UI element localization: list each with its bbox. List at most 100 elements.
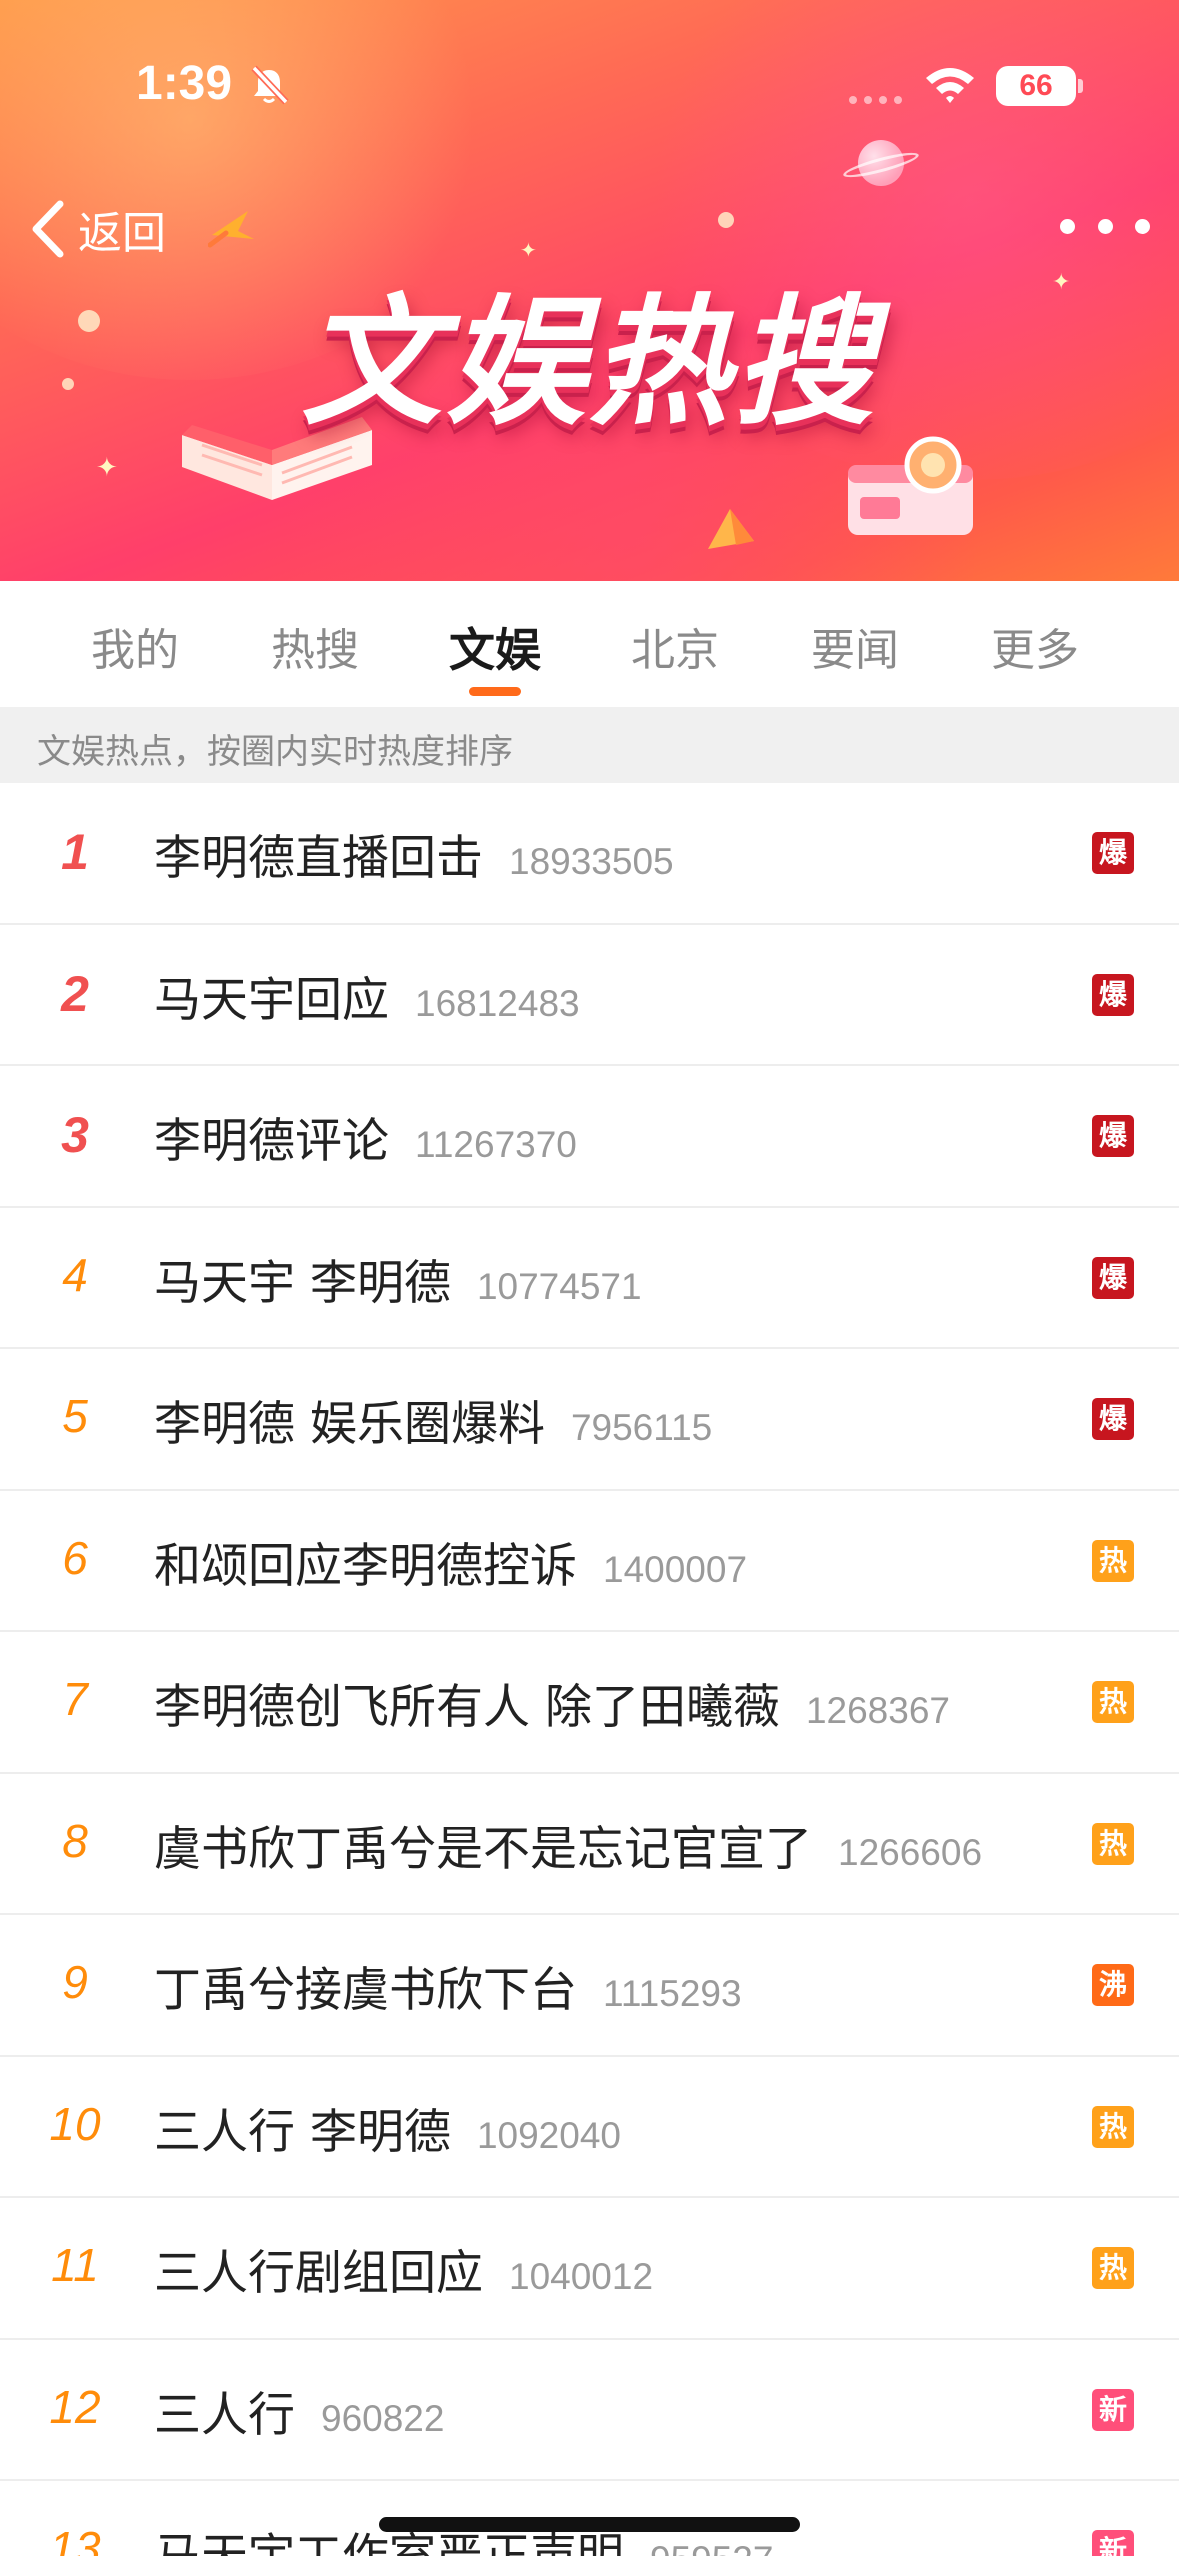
item-text: 马天宇回应 16812483	[154, 961, 580, 1030]
signal-dots-icon	[849, 96, 902, 104]
list-item[interactable]: 11 三人行剧组回应 1040012 热	[0, 2198, 1179, 2340]
flag-illustration	[208, 211, 254, 248]
tab-2[interactable]: 文娱	[405, 581, 585, 707]
item-heat-count: 1040012	[509, 2256, 654, 2297]
item-heat-count: 16812483	[415, 982, 580, 1024]
item-text: 李明德创飞所有人 除了田曦薇 1268367	[154, 1668, 950, 1737]
more-options-button[interactable]	[1060, 206, 1150, 246]
status-badge: 爆	[1092, 832, 1134, 874]
list-item[interactable]: 5 李明德 娱乐圈爆料 7956115 爆	[0, 1349, 1179, 1491]
pyramid-illustration	[708, 509, 754, 549]
tab-label: 更多	[991, 625, 1079, 676]
list-item[interactable]: 10 三人行 李明德 1092040 热	[0, 2057, 1179, 2198]
tab-0[interactable]: 我的	[45, 581, 225, 707]
rank-number: 7	[62, 1673, 88, 1725]
active-tab-indicator	[469, 687, 521, 696]
list-item[interactable]: 2 马天宇回应 16812483 爆	[0, 925, 1179, 1066]
item-text: 虞书欣丁禹兮是不是忘记官宣了 1266606	[154, 1810, 982, 1879]
item-heat-count: 1266606	[838, 1831, 983, 1873]
tab-label: 北京	[631, 625, 719, 676]
item-text: 李明德评论 11267370	[154, 1102, 577, 1171]
more-dot-icon	[1097, 218, 1113, 234]
rank-number: 10	[49, 2097, 101, 2150]
item-title: 三人行剧组回应	[154, 2246, 483, 2301]
status-time: 1:39	[136, 57, 233, 110]
item-text: 李明德 娱乐圈爆料 7956115	[154, 1385, 712, 1454]
status-badge: 热	[1092, 1681, 1134, 1723]
tab-1[interactable]: 热搜	[225, 581, 405, 707]
list-item[interactable]: 6 和颂回应李明德控诉 1400007 热	[0, 1491, 1179, 1632]
item-text: 马天宇 李明德 10774571	[154, 1244, 642, 1313]
item-heat-count: 960822	[321, 2397, 445, 2439]
status-badge: 沸	[1092, 1964, 1134, 2006]
rank-number: 5	[62, 1390, 88, 1442]
list-item[interactable]: 7 李明德创飞所有人 除了田曦薇 1268367 热	[0, 1632, 1179, 1774]
rank-number: 11	[51, 2239, 99, 2291]
list-item[interactable]: 3 李明德评论 11267370 爆	[0, 1066, 1179, 1208]
item-heat-count: 7956115	[570, 1407, 713, 1448]
list-item[interactable]: 9 丁禹兮接虞书欣下台 1115293 沸	[0, 1915, 1179, 2057]
status-badge: 热	[1092, 1822, 1134, 1865]
item-title: 三人行 李明德	[154, 2104, 451, 2160]
list-description-text: 文娱热点，按圈内实时热度排序	[37, 732, 513, 772]
list-item[interactable]: 12 三人行 960822 新	[0, 2340, 1179, 2481]
item-title: 李明德评论	[154, 1114, 389, 1169]
list-item[interactable]: 8 虞书欣丁禹兮是不是忘记官宣了 1266606 热	[0, 1774, 1179, 1915]
chevron-left-icon	[32, 200, 64, 258]
rank-number: 4	[62, 1248, 88, 1301]
item-text: 李明德直播回击 18933505	[154, 819, 674, 888]
bell-muted-icon	[251, 65, 289, 105]
list-description: 文娱热点，按圈内实时热度排序	[0, 707, 1179, 783]
item-heat-count: 1400007	[603, 1548, 748, 1590]
status-badge: 新	[1092, 2388, 1134, 2431]
battery-tip	[1078, 79, 1083, 93]
item-text: 和颂回应李明德控诉 1400007	[154, 1527, 747, 1596]
item-heat-count: 1092040	[476, 2114, 621, 2156]
item-title: 三人行	[154, 2387, 295, 2443]
sparkle-icon: ✦	[96, 453, 118, 483]
tab-3[interactable]: 北京	[585, 581, 765, 707]
battery-icon: 66	[996, 66, 1076, 106]
item-title: 马天宇 李明德	[154, 1255, 451, 1311]
item-heat-count: 18933505	[509, 841, 674, 882]
status-badge: 新	[1092, 2530, 1134, 2556]
tab-label: 要闻	[811, 625, 899, 676]
back-button[interactable]: 返回	[26, 196, 166, 262]
item-text: 三人行剧组回应 1040012	[154, 2234, 653, 2303]
item-title: 和颂回应李明德控诉	[154, 1538, 577, 1594]
list-item[interactable]: 1 李明德直播回击 18933505 爆	[0, 783, 1179, 925]
rank-number: 6	[62, 1531, 88, 1584]
rank-number: 12	[49, 2380, 101, 2433]
banner-title: 文娱热搜	[301, 282, 878, 445]
more-dot-icon	[1135, 218, 1150, 234]
item-title: 虞书欣丁禹兮是不是忘记官宣了	[154, 1821, 812, 1877]
back-label: 返回	[78, 208, 166, 259]
status-bar: 1:39 66	[0, 0, 1179, 130]
home-indicator	[379, 2517, 800, 2532]
item-heat-count: 10774571	[476, 1265, 642, 1307]
tab-label: 文娱	[449, 623, 541, 677]
item-title: 马天宇回应	[154, 972, 389, 1028]
tab-label: 我的	[91, 625, 179, 676]
rank-number: 2	[61, 965, 89, 1022]
status-badge: 热	[1092, 1539, 1134, 1582]
item-heat-count: 1268367	[805, 1690, 950, 1731]
item-heat-count: 11267370	[415, 1124, 577, 1165]
status-badge: 爆	[1092, 1256, 1134, 1299]
category-tabs: 我的 热搜 文娱 北京 要闻 更多	[0, 581, 1179, 707]
tab-4[interactable]: 要闻	[765, 581, 945, 707]
wifi-icon	[926, 68, 974, 103]
rank-number: 1	[61, 824, 89, 880]
list-item[interactable]: 4 马天宇 李明德 10774571 爆	[0, 1208, 1179, 1349]
rank-number: 8	[62, 1814, 88, 1867]
tab-5[interactable]: 更多	[945, 581, 1125, 707]
rank-number: 3	[61, 1107, 89, 1163]
more-dot-icon	[1060, 218, 1075, 234]
item-text: 丁禹兮接虞书欣下台 1115293	[154, 1951, 742, 2020]
item-text: 三人行 960822	[154, 2376, 444, 2445]
item-heat-count: 1115293	[603, 1973, 742, 2014]
status-badge: 热	[1092, 2105, 1134, 2148]
item-text: 三人行 李明德 1092040	[154, 2093, 621, 2162]
item-title: 李明德 娱乐圈爆料	[154, 1397, 545, 1452]
item-title: 李明德直播回击	[154, 831, 483, 886]
